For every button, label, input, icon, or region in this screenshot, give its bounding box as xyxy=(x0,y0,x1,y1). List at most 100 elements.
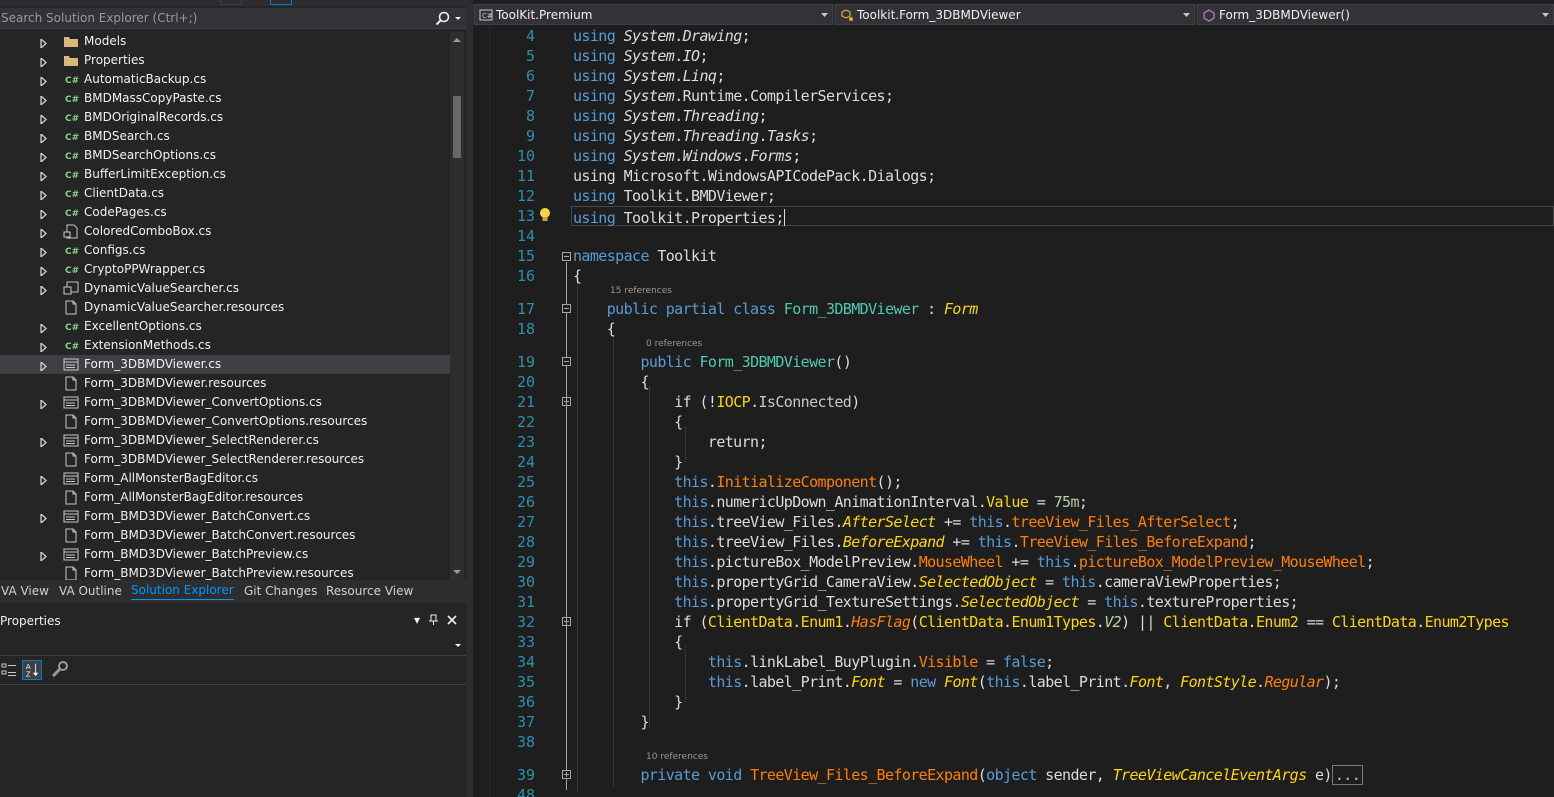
tree-item[interactable]: Form_BMD3DViewer_BatchConvert.cs xyxy=(0,507,450,526)
collapse-namespace-toggle[interactable] xyxy=(562,252,571,261)
tab-resource-view[interactable]: Resource View xyxy=(326,584,413,598)
expand-arrow-icon[interactable] xyxy=(40,360,48,373)
tree-item[interactable]: C# BMDSearch.cs xyxy=(0,127,450,146)
project-dropdown[interactable]: C# ToolKit.Premium xyxy=(474,4,833,25)
tree-item[interactable]: C# BMDSearchOptions.cs xyxy=(0,146,450,165)
expand-arrow-icon[interactable] xyxy=(40,398,48,411)
expand-arrow-icon[interactable] xyxy=(40,37,48,50)
code-line[interactable]: } xyxy=(573,452,683,472)
tree-item[interactable]: Form_3DBMDViewer_ConvertOptions.cs xyxy=(0,393,450,412)
property-pages-wrench-icon[interactable] xyxy=(50,660,70,680)
expand-method-toggle[interactable] xyxy=(562,770,571,779)
expand-arrow-icon[interactable] xyxy=(40,132,48,145)
code-line[interactable]: using System.Runtime.CompilerServices; xyxy=(573,86,894,106)
code-line[interactable]: this.propertyGrid_CameraView.SelectedObj… xyxy=(573,572,1282,592)
tab-git-changes[interactable]: Git Changes xyxy=(244,584,317,598)
pin-icon[interactable] xyxy=(428,614,440,626)
code-line[interactable]: using System.IO; xyxy=(573,46,709,66)
tree-item[interactable]: C# ExcellentOptions.cs xyxy=(0,317,450,336)
code-line[interactable]: return; xyxy=(573,432,768,452)
chevron-down-icon[interactable] xyxy=(453,12,463,24)
tree-item[interactable]: Form_3DBMDViewer.cs xyxy=(0,355,450,374)
expand-arrow-icon[interactable] xyxy=(40,474,48,487)
code-line[interactable]: using Toolkit.BMDViewer; xyxy=(573,186,776,206)
expand-arrow-icon[interactable] xyxy=(40,208,48,221)
chevron-down-icon[interactable] xyxy=(820,10,829,20)
tree-item[interactable]: C# CryptoPPWrapper.cs xyxy=(0,260,450,279)
tree-item[interactable]: Form_AllMonsterBagEditor.cs xyxy=(0,469,450,488)
tab-va-view[interactable]: VA View xyxy=(1,584,49,598)
tree-scrollbar[interactable] xyxy=(450,32,464,580)
member-dropdown[interactable]: Form_3DBMDViewer() xyxy=(1197,4,1554,25)
expand-arrow-icon[interactable] xyxy=(40,341,48,354)
code-line[interactable]: if (ClientData.Enum1.HasFlag(ClientData.… xyxy=(573,612,1509,632)
code-area[interactable]: using System.Drawing; using System.IO; usi… xyxy=(473,26,1554,797)
code-line[interactable]: this.treeView_Files.AfterSelect += this.… xyxy=(573,512,1240,532)
expand-arrow-icon[interactable] xyxy=(40,170,48,183)
expand-arrow-icon[interactable] xyxy=(40,113,48,126)
expand-arrow-icon[interactable] xyxy=(40,75,48,88)
scroll-down-arrow-icon[interactable] xyxy=(453,568,461,576)
tree-item[interactable]: Form_3DBMDViewer_SelectRenderer.resource… xyxy=(0,450,450,469)
pane-splitter[interactable] xyxy=(466,0,473,797)
scrollbar-thumb[interactable] xyxy=(453,96,461,158)
tree-item[interactable]: C# Configs.cs xyxy=(0,241,450,260)
code-line[interactable]: { xyxy=(573,632,683,652)
chevron-down-icon[interactable] xyxy=(453,639,463,651)
expand-arrow-icon[interactable] xyxy=(40,189,48,202)
code-line[interactable]: this.InitializeComponent(); xyxy=(573,472,902,492)
close-icon[interactable] xyxy=(446,614,458,626)
alphabetical-icon[interactable]: A Z xyxy=(22,660,42,680)
chevron-down-icon[interactable] xyxy=(1541,10,1550,20)
code-line[interactable]: namespace Toolkit xyxy=(573,246,717,266)
code-line[interactable]: public Form_3DBMDViewer() xyxy=(573,352,851,372)
tree-item[interactable]: Form_3DBMDViewer.resources xyxy=(0,374,450,393)
codelens-references[interactable]: 10 references xyxy=(646,752,708,762)
code-line[interactable]: using Microsoft.WindowsAPICodePack.Dialo… xyxy=(573,166,936,186)
tree-item[interactable]: Form_AllMonsterBagEditor.resources xyxy=(0,488,450,507)
code-line[interactable]: this.label_Print.Font = new Font(this.la… xyxy=(573,672,1341,692)
expand-arrow-icon[interactable] xyxy=(40,550,48,563)
tree-item[interactable]: C# CodePages.cs xyxy=(0,203,450,222)
collapse-ctor-toggle[interactable] xyxy=(562,357,571,366)
tree-item[interactable]: Properties xyxy=(0,51,450,70)
expand-arrow-icon[interactable] xyxy=(40,151,48,164)
search-icon[interactable] xyxy=(434,10,452,27)
expand-arrow-icon[interactable] xyxy=(40,322,48,335)
tree-item[interactable]: Models xyxy=(0,32,450,51)
expand-arrow-icon[interactable] xyxy=(40,436,48,449)
code-line[interactable]: { xyxy=(573,412,683,432)
expand-arrow-icon[interactable] xyxy=(40,512,48,525)
tree-item[interactable]: Form_3DBMDViewer_ConvertOptions.resource… xyxy=(0,412,450,431)
code-line[interactable]: { xyxy=(573,372,649,392)
tree-item[interactable]: Form_3DBMDViewer_SelectRenderer.cs xyxy=(0,431,450,450)
code-line[interactable]: public partial class Form_3DBMDViewer : … xyxy=(573,299,979,319)
tree-item[interactable]: Form_BMD3DViewer_BatchPreview.resources xyxy=(0,564,450,580)
code-line[interactable]: using System.Windows.Forms; xyxy=(573,146,801,166)
code-line[interactable]: using Toolkit.Properties; xyxy=(573,206,785,228)
code-line[interactable]: } xyxy=(573,712,649,732)
expand-arrow-icon[interactable] xyxy=(40,246,48,259)
window-position-dropdown[interactable]: ▾ xyxy=(411,614,423,626)
code-line[interactable]: using System.Threading; xyxy=(573,106,768,126)
code-line[interactable]: this.linkLabel_BuyPlugin.Visible = false… xyxy=(573,652,1054,672)
tree-item[interactable]: DynamicValueSearcher.resources xyxy=(0,298,450,317)
code-line[interactable]: using System.Threading.Tasks; xyxy=(573,126,818,146)
expand-arrow-icon[interactable] xyxy=(40,284,48,297)
tree-item[interactable]: C# BufferLimitException.cs xyxy=(0,165,450,184)
object-selector-dropdown[interactable] xyxy=(0,634,466,656)
type-dropdown[interactable]: Toolkit.Form_3DBMDViewer xyxy=(835,4,1195,25)
codelens-references[interactable]: 0 references xyxy=(646,339,702,349)
tree-item[interactable]: C# BMDOriginalRecords.cs xyxy=(0,108,450,127)
tree-item[interactable]: C# ExtensionMethods.cs xyxy=(0,336,450,355)
code-line[interactable]: { xyxy=(573,266,582,286)
tree-item[interactable]: Form_BMD3DViewer_BatchPreview.cs xyxy=(0,545,450,564)
collapse-class-toggle[interactable] xyxy=(562,304,571,313)
tree-item[interactable]: ColoredComboBox.cs xyxy=(0,222,450,241)
tab-va-outline[interactable]: VA Outline xyxy=(59,584,122,598)
tree-item[interactable]: C# ClientData.cs xyxy=(0,184,450,203)
code-line[interactable]: this.pictureBox_ModelPreview.MouseWheel … xyxy=(573,552,1374,572)
code-line[interactable]: this.propertyGrid_TextureSettings.Select… xyxy=(573,592,1299,612)
chevron-down-icon[interactable] xyxy=(1182,10,1191,20)
categorized-icon[interactable] xyxy=(0,660,20,680)
